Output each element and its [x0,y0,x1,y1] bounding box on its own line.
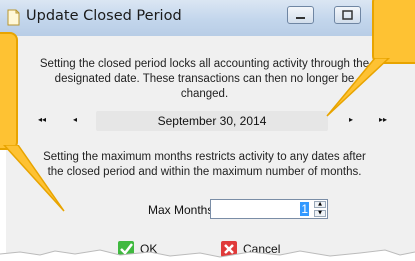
callout-box-left [0,32,18,150]
callout-pointer-right [326,58,391,117]
max-months-spinner[interactable]: ▲ ▼ [314,201,326,217]
first-date-button[interactable]: ◂◂ [33,113,51,127]
closed-date-field[interactable]: September 30, 2014 [96,111,328,131]
callout-box-right [372,0,415,64]
previous-date-button[interactable]: ◂ [66,113,84,127]
maximize-button[interactable] [334,6,361,24]
minimize-icon [296,17,305,19]
max-months-label: Max Months: [148,203,217,217]
minimize-button[interactable] [287,6,314,24]
spin-up-icon[interactable]: ▲ [314,201,326,208]
callout-pointer-left [2,145,65,212]
document-icon [7,9,20,26]
update-closed-period-dialog: Update Closed Period Setting the closed … [0,0,415,261]
maximize-icon [342,10,353,20]
max-months-value: 1 [300,202,309,216]
window-title: Update Closed Period [26,8,182,24]
spin-down-icon[interactable]: ▼ [314,210,326,217]
title-bar: Update Closed Period [0,0,415,36]
torn-edge [0,249,415,261]
max-months-input[interactable]: 1 ▲ ▼ [210,199,328,219]
